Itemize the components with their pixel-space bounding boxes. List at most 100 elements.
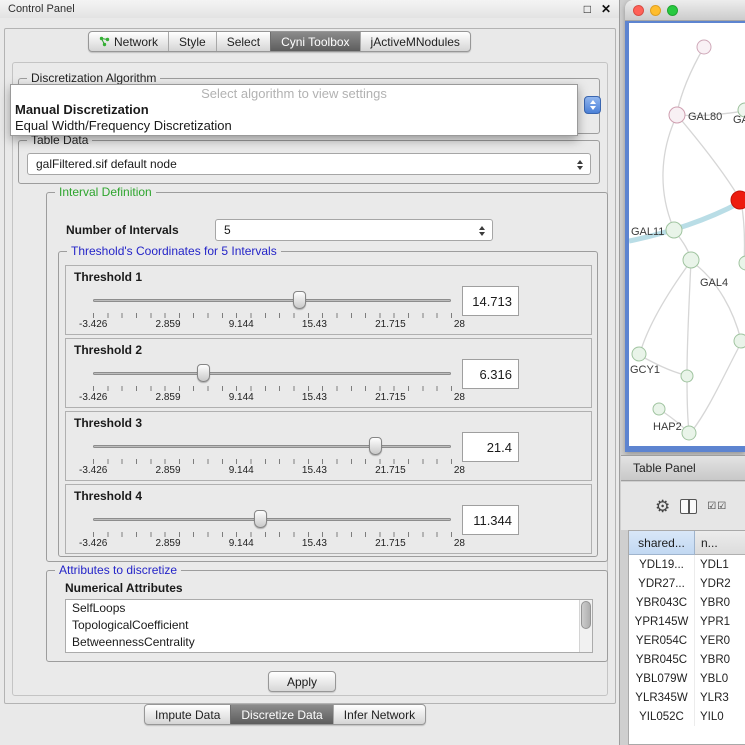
- slider-thumb[interactable]: [369, 437, 382, 455]
- network-node[interactable]: [697, 40, 711, 54]
- table-row[interactable]: YIL052CYIL0: [629, 707, 745, 726]
- tab-network[interactable]: Network: [89, 32, 168, 51]
- network-node[interactable]: [653, 403, 665, 415]
- threshold-panel-4: Threshold 4 -3.426 2.859 9.144 15.43 21.…: [65, 484, 592, 554]
- table-cell[interactable]: YDL1: [695, 555, 745, 574]
- scrollbar-thumb[interactable]: [581, 601, 591, 629]
- scale-label: 2.859: [156, 392, 181, 403]
- threshold-slider[interactable]: [93, 363, 451, 383]
- network-canvas[interactable]: GAL80 GA GAL11 GAL4 GCY1 HAP2: [625, 21, 745, 452]
- table-cell[interactable]: YBL079W: [629, 669, 695, 688]
- number-of-intervals-combo[interactable]: 5: [215, 219, 493, 241]
- scale-label: -3.426: [79, 538, 107, 549]
- tab-infer-network[interactable]: Infer Network: [333, 705, 425, 724]
- table-row[interactable]: YLR345WYLR3: [629, 688, 745, 707]
- column-header-shared-name[interactable]: shared...: [629, 531, 695, 555]
- table-cell[interactable]: YIL052C: [629, 707, 695, 726]
- table-row[interactable]: YBR043CYBR0: [629, 593, 745, 612]
- table-cell[interactable]: YBR045C: [629, 650, 695, 669]
- table-cell[interactable]: YER054C: [629, 631, 695, 650]
- threshold-value-field[interactable]: 11.344: [462, 505, 519, 535]
- table-cell[interactable]: YPR145W: [629, 612, 695, 631]
- slider-scale: -3.426 2.859 9.144 15.43 21.715 28: [79, 538, 465, 549]
- zoom-traffic-light-icon[interactable]: [667, 5, 678, 16]
- table-cell[interactable]: YBL0: [695, 669, 745, 688]
- table-row[interactable]: YER054CYER0: [629, 631, 745, 650]
- stepper-up-icon: [590, 100, 596, 104]
- table-row[interactable]: YDL19...YDL1: [629, 555, 745, 574]
- numerical-attributes-list[interactable]: SelfLoops TopologicalCoefficient Between…: [65, 599, 593, 653]
- table-cell[interactable]: YBR0: [695, 593, 745, 612]
- select-columns-icon[interactable]: ☑☑: [707, 501, 727, 512]
- table-cell[interactable]: YDR2: [695, 574, 745, 593]
- threshold-panel-3: Threshold 3 -3.426 2.859 9.144 15.43 21.…: [65, 411, 592, 481]
- list-item[interactable]: TopologicalCoefficient: [66, 617, 592, 634]
- stepper-down-icon: [590, 106, 596, 110]
- control-panel-titlebar: Control Panel □ ✕: [0, 0, 619, 18]
- table-cell[interactable]: YLR3: [695, 688, 745, 707]
- tab-impute-data[interactable]: Impute Data: [145, 705, 230, 724]
- threshold-value-field[interactable]: 14.713: [462, 286, 519, 316]
- network-node[interactable]: [734, 334, 745, 348]
- list-scrollbar[interactable]: [579, 600, 592, 652]
- tab-jactivemnodules[interactable]: jActiveMNodules: [360, 32, 470, 51]
- table-cell[interactable]: YBR0: [695, 650, 745, 669]
- table-row[interactable]: YBL079WYBL0: [629, 669, 745, 688]
- float-window-icon[interactable]: □: [584, 2, 591, 16]
- list-item[interactable]: BetweennessCentrality: [66, 634, 592, 651]
- threshold-value-field[interactable]: 21.4: [462, 432, 519, 462]
- number-of-intervals-label: Number of Intervals: [66, 223, 179, 237]
- tab-cyni-toolbox[interactable]: Cyni Toolbox: [270, 32, 359, 51]
- network-node[interactable]: [681, 370, 693, 382]
- table-row[interactable]: YPR145WYPR1: [629, 612, 745, 631]
- tab-label: Network: [114, 35, 158, 49]
- columns-icon[interactable]: [680, 499, 697, 514]
- network-node-hap2[interactable]: [682, 426, 696, 440]
- slider-thumb[interactable]: [254, 510, 267, 528]
- table-cell[interactable]: YIL0: [695, 707, 745, 726]
- slider-ticks: [93, 459, 452, 464]
- tab-discretize-data[interactable]: Discretize Data: [230, 705, 332, 724]
- table-cell[interactable]: YLR345W: [629, 688, 695, 707]
- tab-label: Select: [227, 35, 260, 49]
- close-icon[interactable]: ✕: [601, 2, 611, 16]
- network-node[interactable]: [632, 347, 646, 361]
- tab-select[interactable]: Select: [216, 32, 270, 51]
- dropdown-option-manual[interactable]: Manual Discretization: [11, 102, 577, 118]
- thresholds-legend: Threshold's Coordinates for 5 Intervals: [67, 244, 281, 258]
- threshold-slider[interactable]: [93, 436, 451, 456]
- minimize-traffic-light-icon[interactable]: [650, 5, 661, 16]
- table-cell[interactable]: YDL19...: [629, 555, 695, 574]
- tab-label: Style: [179, 35, 206, 49]
- algorithm-combo-stepper[interactable]: [584, 96, 601, 114]
- slider-thumb[interactable]: [197, 364, 210, 382]
- network-node-gal80[interactable]: [669, 107, 685, 123]
- scale-label: 21.715: [375, 465, 406, 476]
- close-traffic-light-icon[interactable]: [633, 5, 644, 16]
- column-header-name[interactable]: n...: [695, 531, 745, 555]
- table-row[interactable]: YBR045CYBR0: [629, 650, 745, 669]
- table-cell[interactable]: YDR27...: [629, 574, 695, 593]
- table-row[interactable]: YDR27...YDR2: [629, 574, 745, 593]
- table-cell[interactable]: YPR1: [695, 612, 745, 631]
- table-data-group: Table Data galFiltered.sif default node: [18, 140, 600, 184]
- list-item[interactable]: SelfLoops: [66, 600, 592, 617]
- combo-stepper-icon: [573, 157, 587, 172]
- tab-style[interactable]: Style: [168, 32, 216, 51]
- threshold-slider[interactable]: [93, 509, 451, 529]
- apply-button[interactable]: Apply: [268, 671, 336, 692]
- table-cell[interactable]: YBR043C: [629, 593, 695, 612]
- selected-network-node[interactable]: [731, 191, 745, 209]
- table-cell[interactable]: YER0: [695, 631, 745, 650]
- slider-thumb[interactable]: [293, 291, 306, 309]
- dropdown-option-equal-width[interactable]: Equal Width/Frequency Discretization: [11, 118, 577, 134]
- node-label-partial: GA: [733, 114, 745, 126]
- threshold-slider[interactable]: [93, 290, 451, 310]
- network-node-gal11[interactable]: [666, 222, 682, 238]
- table-data-combo[interactable]: galFiltered.sif default node: [27, 153, 591, 175]
- threshold-panel-1: Threshold 1 -3.426 2.859 9.144 15.43 21.…: [65, 265, 592, 335]
- threshold-value-field[interactable]: 6.316: [462, 359, 519, 389]
- network-node-gal4[interactable]: [683, 252, 699, 268]
- network-node[interactable]: [739, 256, 745, 270]
- gear-icon[interactable]: ⚙: [655, 498, 670, 515]
